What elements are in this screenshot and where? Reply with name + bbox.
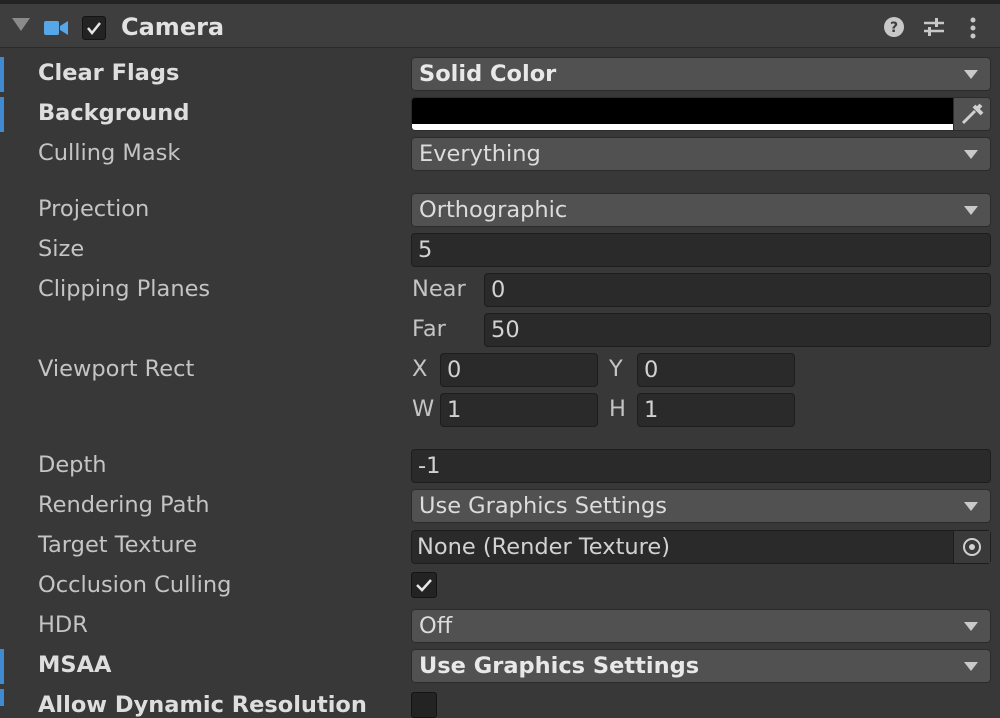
component-title: Camera — [121, 13, 225, 41]
chevron-down-icon — [964, 150, 978, 159]
near-input[interactable]: 0 — [484, 273, 991, 307]
msaa-value: Use Graphics Settings — [419, 653, 700, 679]
help-icon[interactable]: ? — [883, 16, 905, 38]
target-texture-label: Target Texture — [38, 532, 198, 558]
checkmark-icon — [87, 22, 101, 36]
chevron-down-icon — [964, 70, 978, 79]
object-picker-button[interactable] — [953, 531, 990, 563]
projection-value: Orthographic — [419, 197, 568, 223]
modified-indicator — [0, 689, 4, 706]
culling-mask-label: Culling Mask — [38, 140, 181, 166]
depth-input[interactable]: -1 — [411, 449, 991, 483]
projection-label: Projection — [38, 196, 150, 222]
rendering-path-dropdown[interactable]: Use Graphics Settings — [411, 489, 991, 523]
alpha-bar — [412, 124, 955, 130]
clear-flags-value: Solid Color — [419, 61, 557, 87]
msaa-dropdown[interactable]: Use Graphics Settings — [411, 649, 991, 683]
allow-dynamic-resolution-label: Allow Dynamic Resolution — [38, 692, 367, 718]
clipping-planes-label: Clipping Planes — [38, 276, 211, 302]
msaa-label: MSAA — [38, 652, 112, 678]
viewport-h-label: H — [609, 396, 626, 422]
hdr-value: Off — [419, 613, 453, 639]
modified-indicator — [0, 57, 4, 92]
far-input[interactable]: 50 — [484, 313, 991, 347]
viewport-w-input[interactable]: 1 — [440, 393, 598, 427]
eyedropper-icon — [961, 103, 984, 125]
projection-dropdown[interactable]: Orthographic — [411, 193, 991, 227]
checkmark-icon — [416, 579, 432, 592]
clear-flags-label: Clear Flags — [38, 60, 180, 86]
culling-mask-dropdown[interactable]: Everything — [411, 137, 991, 171]
more-menu-icon[interactable] — [966, 16, 980, 40]
rendering-path-label: Rendering Path — [38, 492, 210, 518]
target-texture-field[interactable]: None (Render Texture) — [411, 530, 991, 564]
hdr-dropdown[interactable]: Off — [411, 609, 991, 643]
viewport-rect-label: Viewport Rect — [38, 356, 195, 382]
svg-text:?: ? — [890, 20, 898, 36]
near-label: Near — [412, 276, 466, 302]
far-label: Far — [412, 316, 446, 342]
size-input[interactable]: 5 — [411, 233, 991, 267]
component-header[interactable]: Camera ? — [0, 0, 1000, 48]
object-picker-icon — [963, 538, 981, 556]
modified-indicator — [0, 649, 4, 684]
viewport-x-input[interactable]: 0 — [440, 353, 598, 387]
background-color-field[interactable] — [411, 97, 991, 131]
chevron-down-icon — [964, 502, 978, 511]
size-label: Size — [38, 236, 85, 262]
rendering-path-value: Use Graphics Settings — [419, 493, 667, 519]
culling-mask-value: Everything — [419, 141, 541, 167]
eyedropper-button[interactable] — [953, 98, 990, 130]
viewport-x-label: X — [412, 356, 428, 382]
background-label: Background — [38, 100, 190, 126]
camera-icon — [44, 21, 68, 35]
viewport-y-label: Y — [609, 356, 623, 382]
hdr-label: HDR — [38, 612, 88, 638]
color-swatch[interactable] — [412, 98, 955, 124]
viewport-w-label: W — [412, 396, 435, 422]
viewport-y-input[interactable]: 0 — [637, 353, 795, 387]
clear-flags-dropdown[interactable]: Solid Color — [411, 57, 991, 91]
chevron-down-icon — [964, 662, 978, 671]
occlusion-culling-checkbox[interactable] — [411, 572, 437, 598]
component-enabled-checkbox[interactable] — [82, 16, 106, 40]
presets-icon[interactable] — [922, 16, 946, 38]
viewport-h-input[interactable]: 1 — [637, 393, 795, 427]
occlusion-culling-label: Occlusion Culling — [38, 572, 232, 598]
chevron-down-icon — [964, 206, 978, 215]
allow-dynamic-resolution-checkbox[interactable] — [411, 692, 437, 718]
target-texture-value: None (Render Texture) — [417, 534, 671, 560]
depth-label: Depth — [38, 452, 107, 478]
foldout-arrow-icon[interactable] — [12, 18, 30, 31]
modified-indicator — [0, 97, 4, 132]
chevron-down-icon — [964, 622, 978, 631]
